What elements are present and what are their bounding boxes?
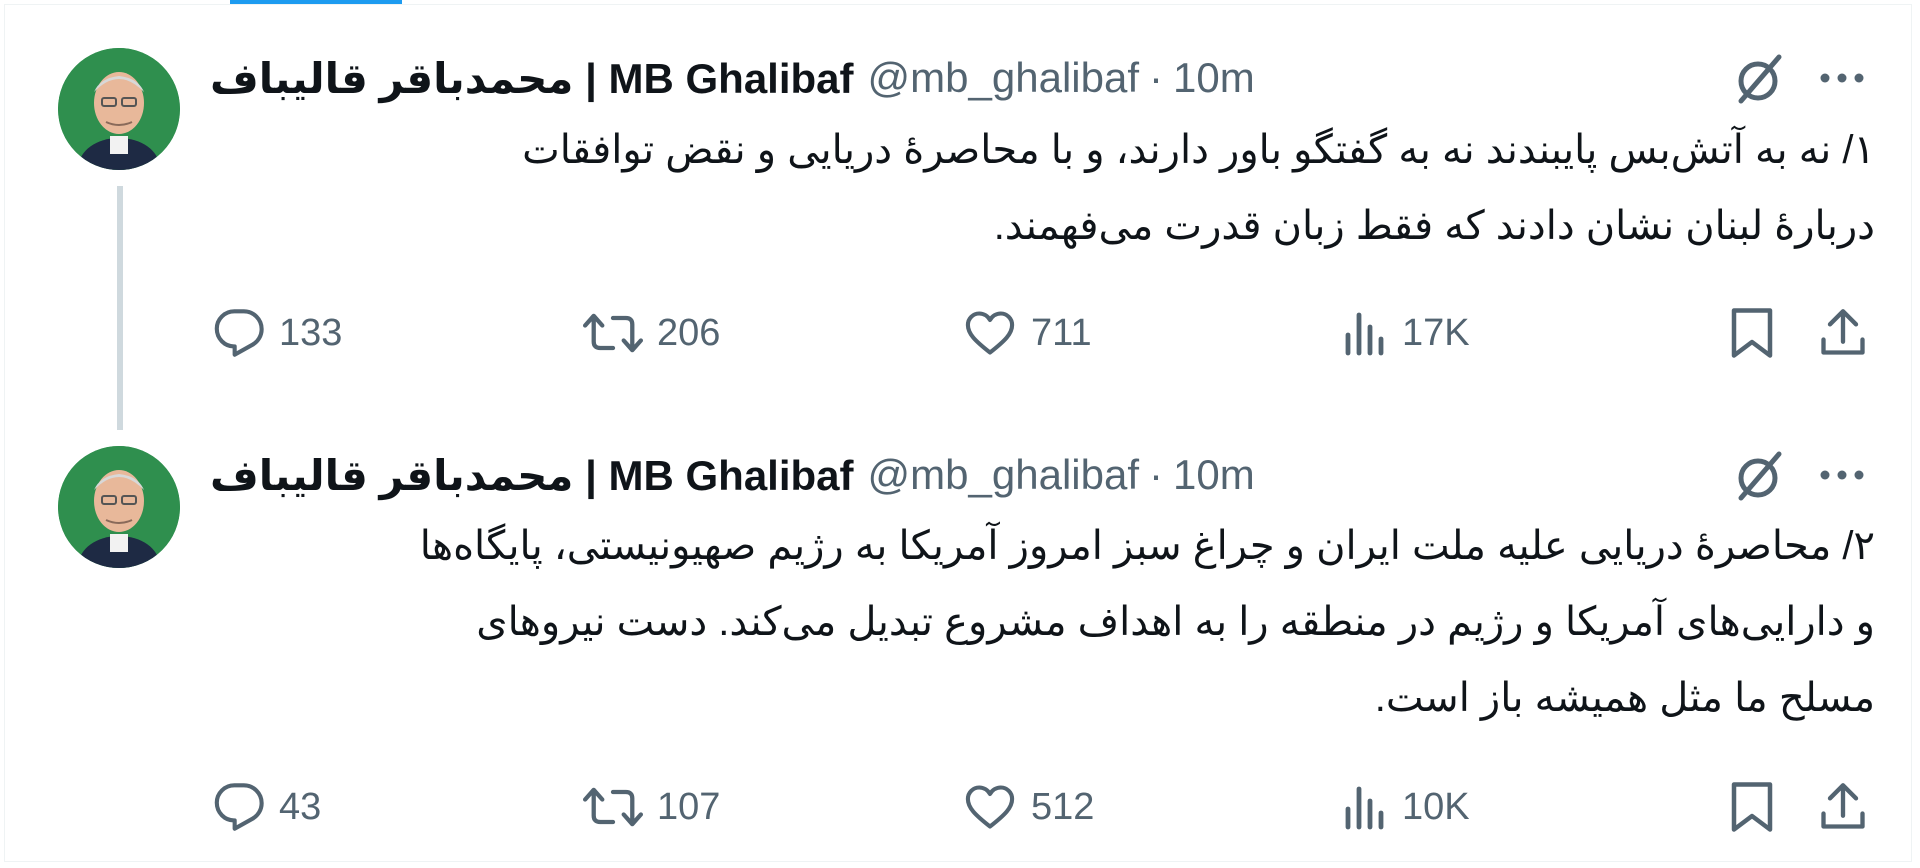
share-button[interactable] [1808,298,1878,368]
views-count: 10K [1402,785,1470,828]
tweet-actions: 133 206 711 17K [205,298,1885,368]
grok-button[interactable] [1730,50,1786,106]
repost-button[interactable]: 107 [583,772,720,842]
share-icon [1821,309,1865,355]
reply-button[interactable]: 43 [213,772,321,842]
like-count: 512 [1031,785,1095,828]
heart-icon [965,311,1015,355]
bookmark-button[interactable] [1717,298,1787,368]
timestamp[interactable]: 10m [1173,451,1255,499]
user-handle[interactable]: @mb_ghalibaf [868,54,1139,102]
tweet-text-line: و دارایی‌های آمریکا و رژیم در منطقه را ب… [476,600,1875,644]
timestamp[interactable]: 10m [1173,54,1255,102]
reply-icon [214,783,264,831]
avatar-photo [58,446,180,568]
tweet-text: ۲/ محاصرهٔ دریایی علیه ملت ایران و چراغ … [210,508,1875,736]
bookmark-button[interactable] [1717,772,1787,842]
views-button[interactable]: 10K [1340,772,1470,842]
more-dots-icon [1820,470,1864,480]
share-button[interactable] [1808,772,1878,842]
grok-button[interactable] [1730,447,1786,503]
tweet-text-line: ۱/ نه به آتش‌بس پایبندند نه به گفتگو باو… [522,128,1875,172]
separator-dot: · [1149,54,1163,101]
repost-button[interactable]: 206 [583,298,720,368]
reply-count: 43 [279,785,322,828]
like-button[interactable]: 512 [963,772,1094,842]
heart-icon [965,785,1015,829]
repost-count: 206 [657,311,721,354]
repost-icon [583,313,643,353]
tweet-header: محمدباقر قالیباف | MB Ghalibaf @mb_ghali… [210,48,1255,108]
tweet-1[interactable]: محمدباقر قالیباف | MB Ghalibaf @mb_ghali… [0,0,1920,430]
tweet-text: ۱/ نه به آتش‌بس پایبندند نه به گفتگو باو… [210,112,1875,264]
more-options-button[interactable] [1812,50,1872,106]
views-count: 17K [1402,311,1470,354]
display-name[interactable]: محمدباقر قالیباف | MB Ghalibaf [210,451,854,500]
reply-icon [214,309,264,357]
avatar[interactable] [58,48,180,170]
more-options-button[interactable] [1812,447,1872,503]
tweet-header: محمدباقر قالیباف | MB Ghalibaf @mb_ghali… [210,445,1255,505]
user-handle[interactable]: @mb_ghalibaf [868,451,1139,499]
grok-icon [1738,54,1782,104]
views-chart-icon [1345,312,1384,356]
tweet-actions: 43 107 512 10K [205,772,1885,842]
views-chart-icon [1345,786,1384,830]
bookmark-icon [1731,782,1773,832]
separator-dot: · [1149,451,1163,498]
tweet-2[interactable]: محمدباقر قالیباف | MB Ghalibaf @mb_ghali… [0,430,1920,868]
grok-icon [1738,451,1782,501]
like-count: 711 [1031,311,1092,354]
avatar[interactable] [58,446,180,568]
tweet-text-line: مسلح ما مثل همیشه باز است. [1374,676,1875,720]
bookmark-icon [1731,308,1773,358]
more-dots-icon [1820,73,1864,83]
share-icon [1821,783,1865,829]
repost-icon [583,787,643,827]
repost-count: 107 [657,785,721,828]
tweet-text-line: ۲/ محاصرهٔ دریایی علیه ملت ایران و چراغ … [419,524,1875,568]
like-button[interactable]: 711 [963,298,1092,368]
reply-count: 133 [279,311,343,354]
views-button[interactable]: 17K [1340,298,1470,368]
reply-button[interactable]: 133 [213,298,342,368]
display-name[interactable]: محمدباقر قالیباف | MB Ghalibaf [210,54,854,103]
avatar-photo [58,48,180,170]
tweet-text-line: دربارهٔ لبنان نشان دادند که فقط زبان قدر… [993,204,1875,248]
